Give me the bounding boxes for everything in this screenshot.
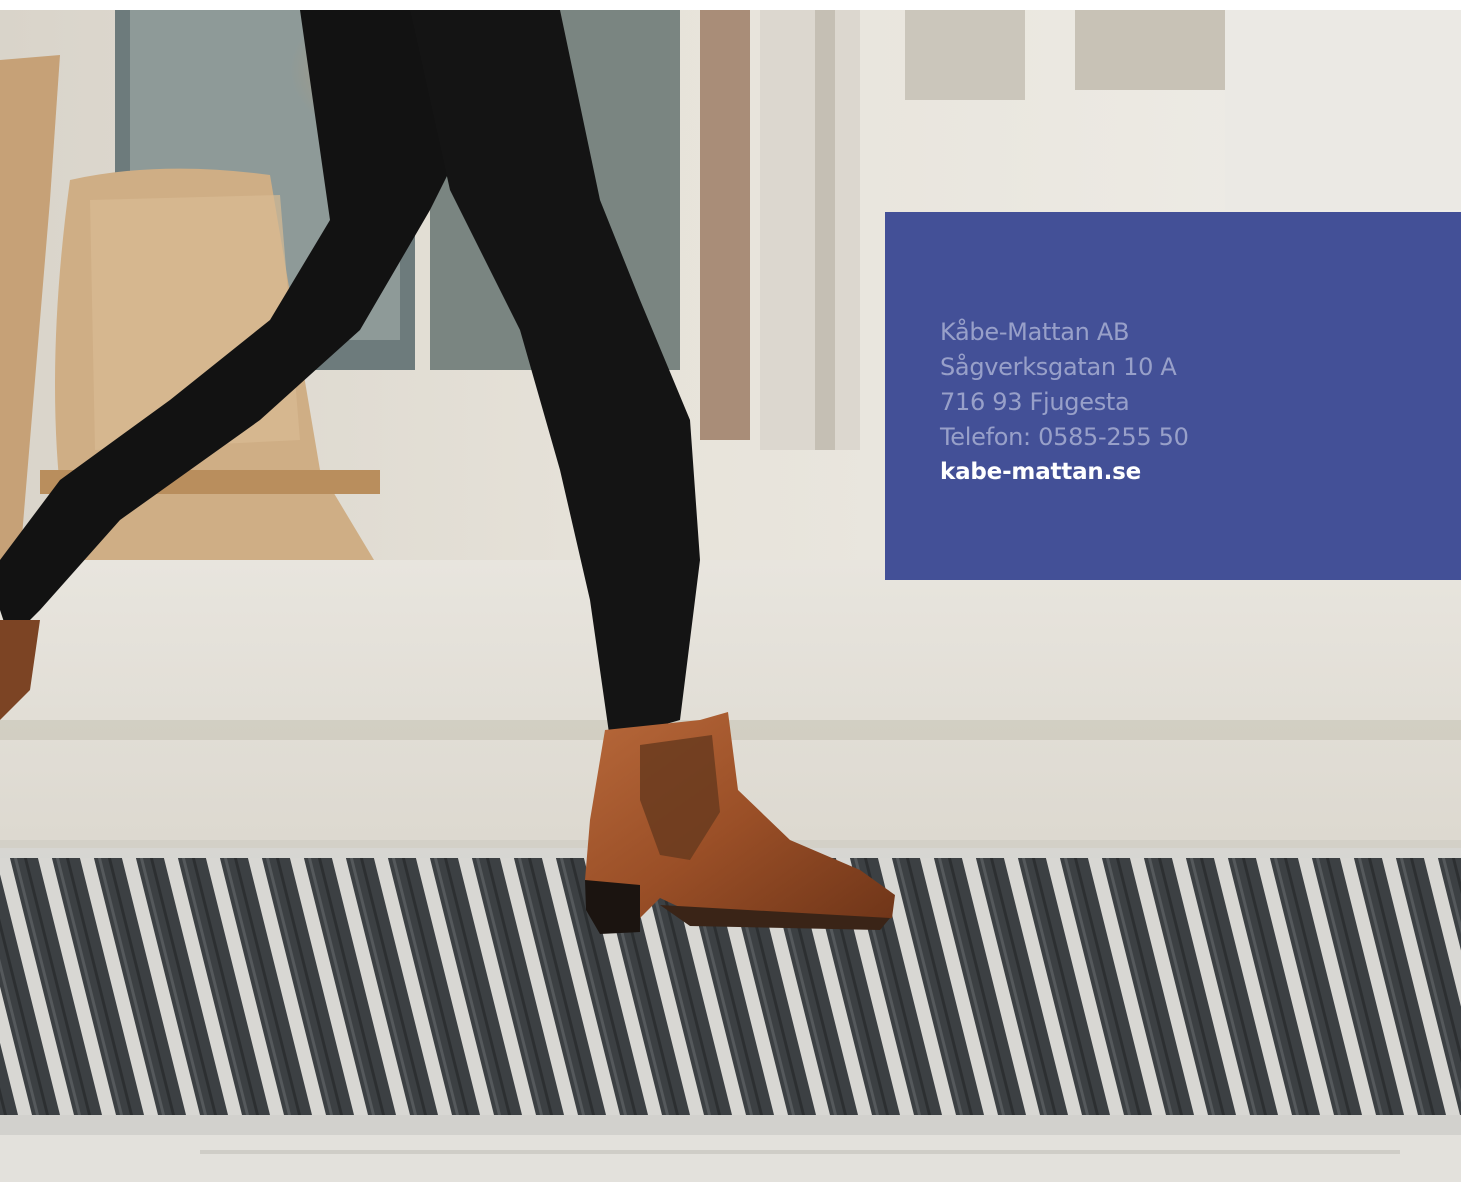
postal-address: 716 93 Fjugesta [940, 388, 1130, 416]
phone-number: Telefon: 0585-255 50 [940, 423, 1189, 451]
brochure-back-page: Kåbe-Mattan AB Sågverksgatan 10 A 716 93… [0, 0, 1461, 1182]
background-photo-walking-on-entrance-mat [0, 0, 1461, 1182]
contact-info-card: Kåbe-Mattan AB Sågverksgatan 10 A 716 93… [885, 212, 1461, 580]
website-link[interactable]: kabe-mattan.se [940, 455, 1461, 490]
top-white-band [0, 0, 1461, 10]
company-name: Kåbe-Mattan AB [940, 318, 1130, 346]
street-address: Sågverksgatan 10 A [940, 353, 1177, 381]
